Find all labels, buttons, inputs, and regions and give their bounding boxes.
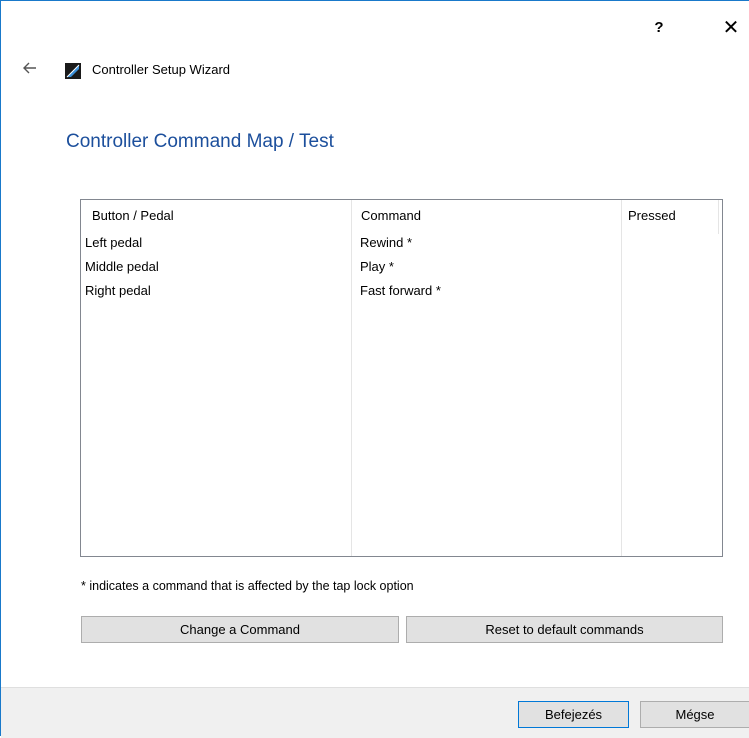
command-map-table[interactable]: Button / Pedal Command Pressed Left peda…: [80, 199, 723, 557]
controller-app-icon: [65, 63, 81, 79]
column-header-command[interactable]: Command: [361, 208, 421, 223]
table-row[interactable]: Left pedal Rewind *: [81, 232, 722, 256]
cancel-button[interactable]: Mégse: [640, 701, 749, 728]
command-cell: Fast forward *: [360, 283, 441, 298]
close-button[interactable]: ✕: [716, 13, 746, 41]
button-cell: Right pedal: [85, 283, 151, 298]
column-divider: [718, 200, 719, 234]
change-command-button[interactable]: Change a Command: [81, 616, 399, 643]
button-cell: Left pedal: [85, 235, 143, 250]
column-header-pressed[interactable]: Pressed: [628, 208, 676, 223]
wizard-title: Controller Setup Wizard: [92, 62, 230, 77]
back-arrow-icon[interactable]: [18, 58, 42, 78]
column-header-button-pedal[interactable]: Button / Pedal: [92, 208, 174, 223]
button-cell: Middle pedal: [85, 259, 159, 274]
page-title: Controller Command Map / Test: [66, 131, 334, 152]
table-row[interactable]: Middle pedal Play *: [81, 256, 722, 280]
help-button[interactable]: ?: [644, 13, 674, 41]
reset-default-commands-button[interactable]: Reset to default commands: [406, 616, 723, 643]
command-cell: Play *: [360, 259, 394, 274]
tap-lock-footnote: * indicates a command that is affected b…: [81, 579, 414, 593]
command-cell: Rewind *: [360, 235, 413, 250]
footer-bar: [1, 687, 749, 738]
table-row[interactable]: Right pedal Fast forward *: [81, 280, 722, 304]
finish-button[interactable]: Befejezés: [518, 701, 629, 728]
wizard-window: ? ✕ Controller Setup Wizard Controller C…: [0, 0, 749, 738]
